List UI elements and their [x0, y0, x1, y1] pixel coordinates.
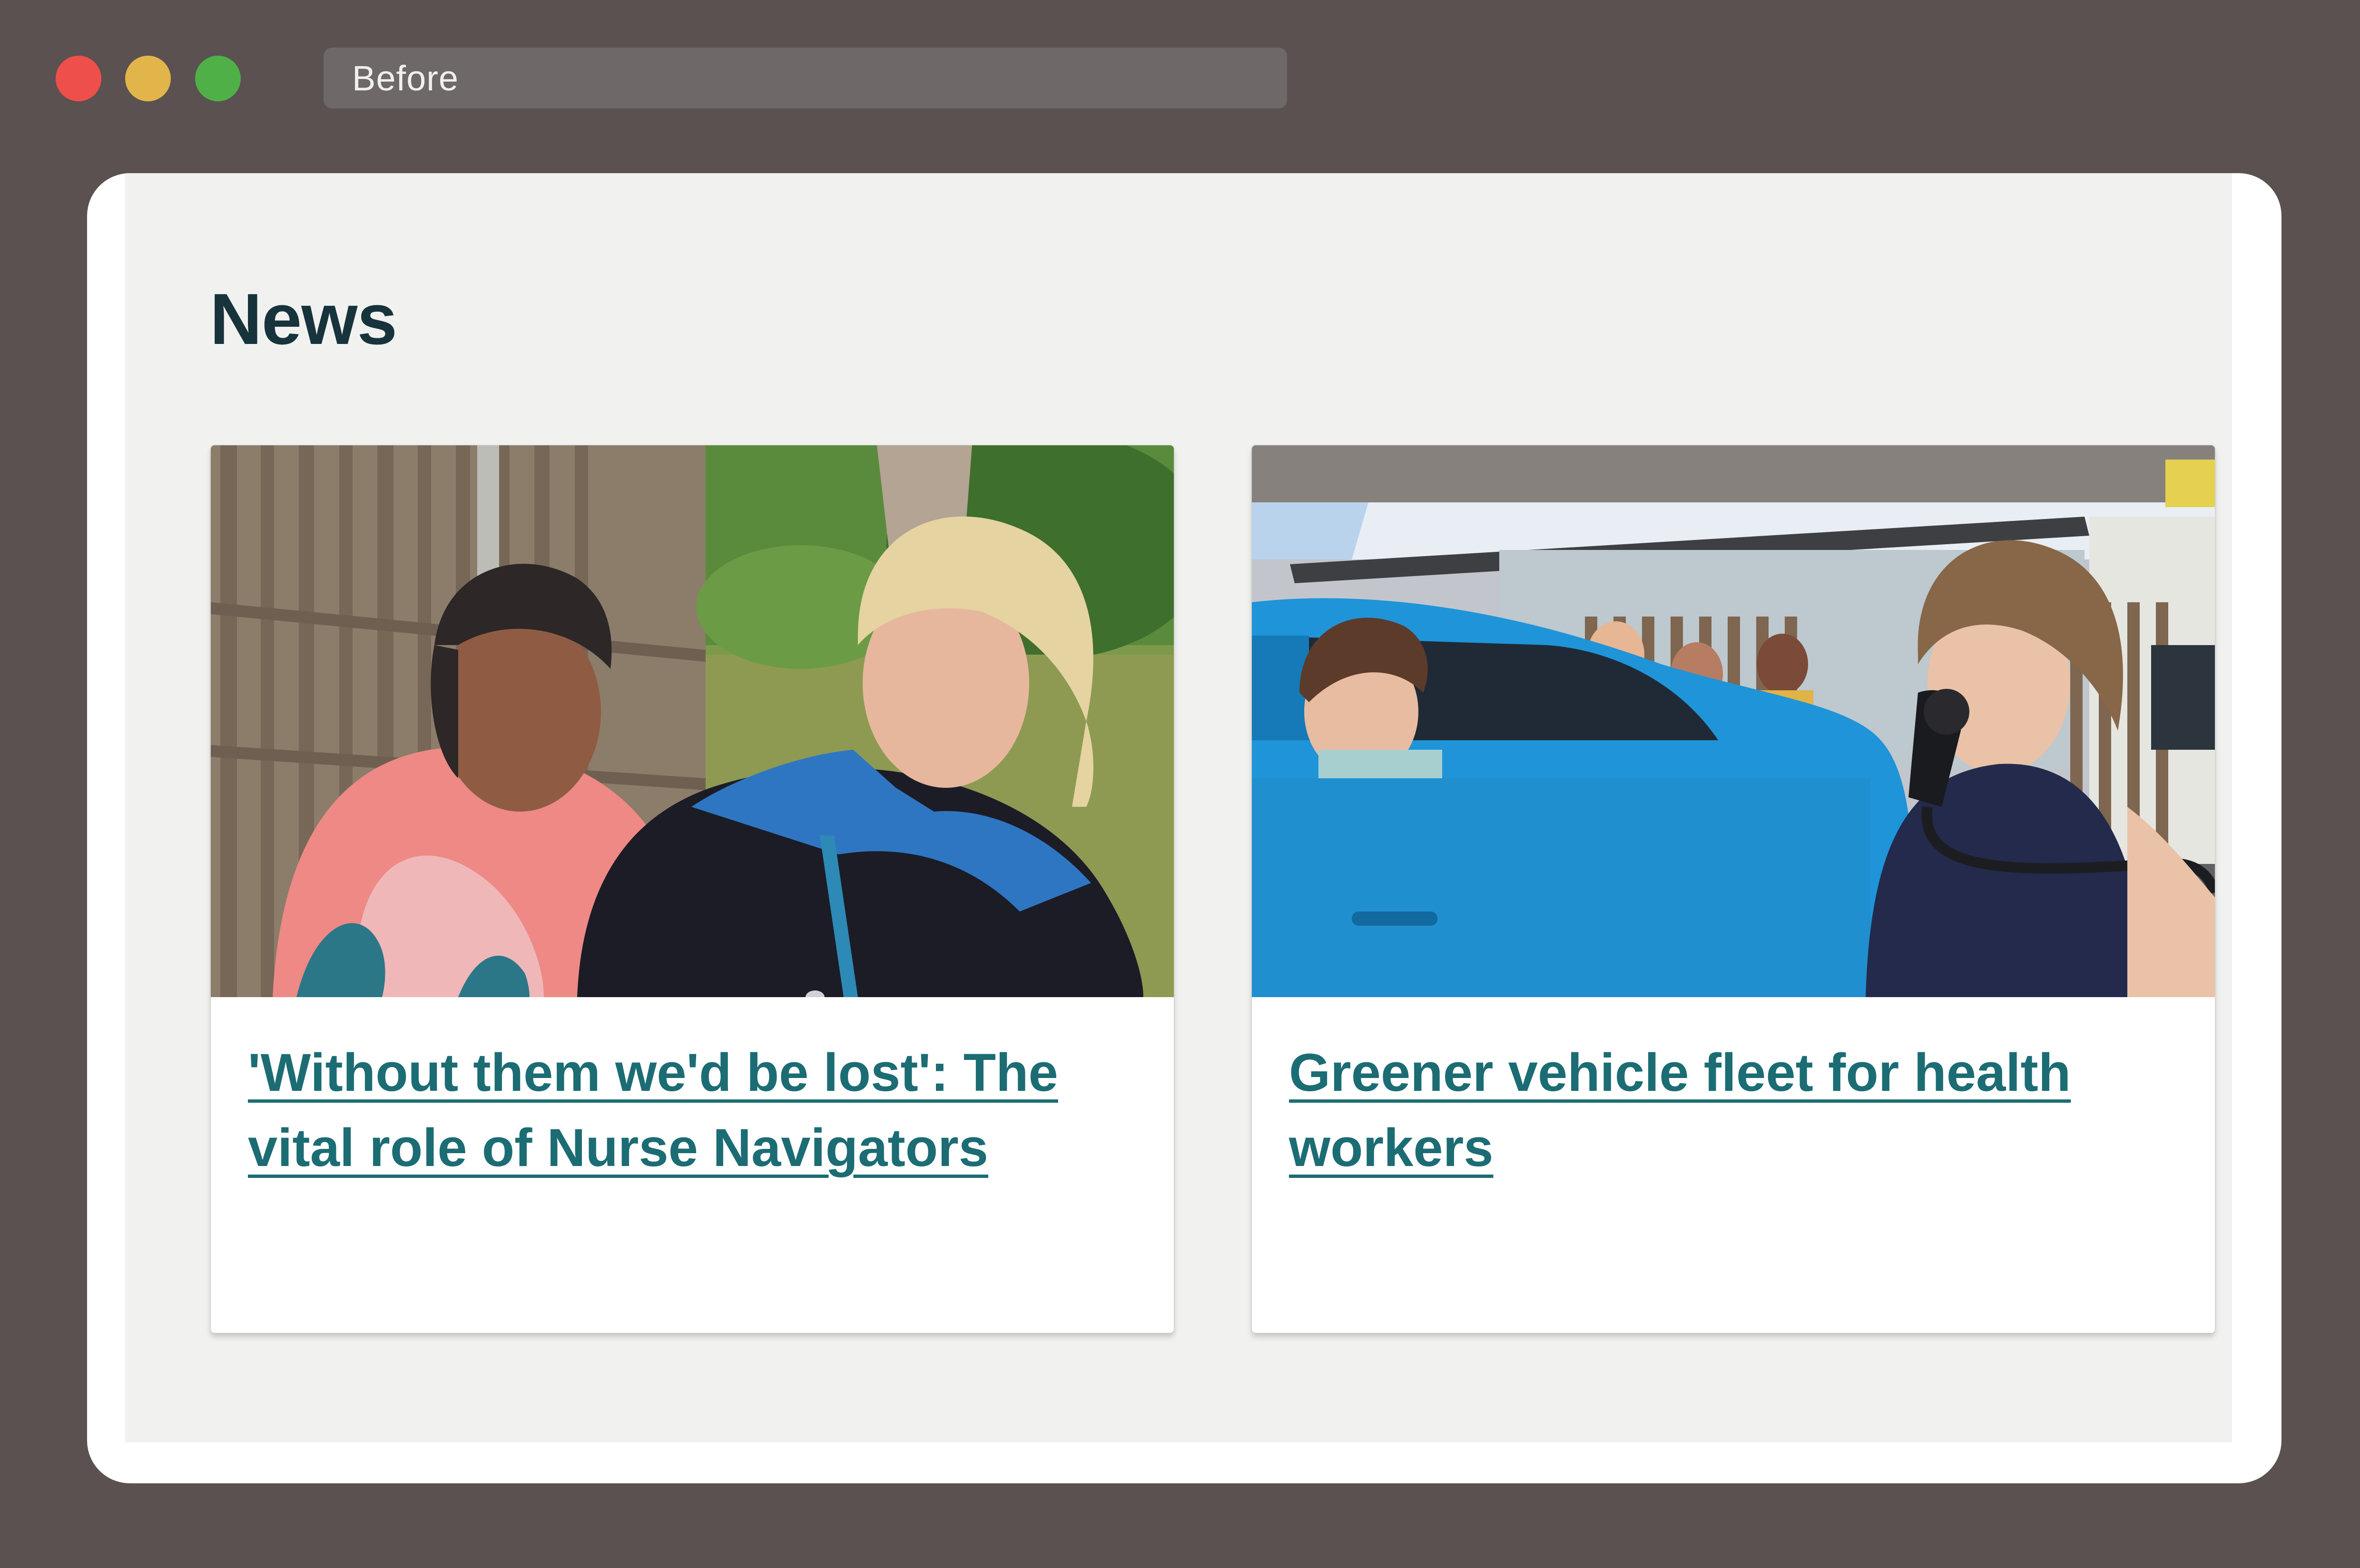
- window-minimize-dot[interactable]: [125, 56, 171, 101]
- page-title: News: [210, 279, 397, 360]
- window-maximize-dot[interactable]: [195, 56, 241, 101]
- news-card-image[interactable]: [211, 445, 1174, 997]
- nurse-navigators-photo: [211, 445, 1174, 997]
- news-link-greener-fleet[interactable]: Greener vehicle fleet for health workers: [1289, 1035, 2120, 1186]
- address-text: Before: [352, 58, 459, 98]
- news-page: News 'Without them we'd be lost': The vi…: [125, 173, 2232, 1442]
- news-link-nurse-navigators[interactable]: 'Without them we'd be lost': The vital r…: [248, 1035, 1079, 1186]
- browser-window: News 'Without them we'd be lost': The vi…: [87, 173, 2281, 1483]
- greener-fleet-photo: [1252, 445, 2215, 997]
- news-card-image[interactable]: [1252, 445, 2215, 997]
- news-card-nurse-navigators: 'Without them we'd be lost': The vital r…: [211, 445, 1174, 1333]
- address-bar[interactable]: Before: [324, 48, 1287, 108]
- news-card-greener-fleet: Greener vehicle fleet for health workers: [1252, 445, 2215, 1333]
- window-close-dot[interactable]: [56, 56, 101, 101]
